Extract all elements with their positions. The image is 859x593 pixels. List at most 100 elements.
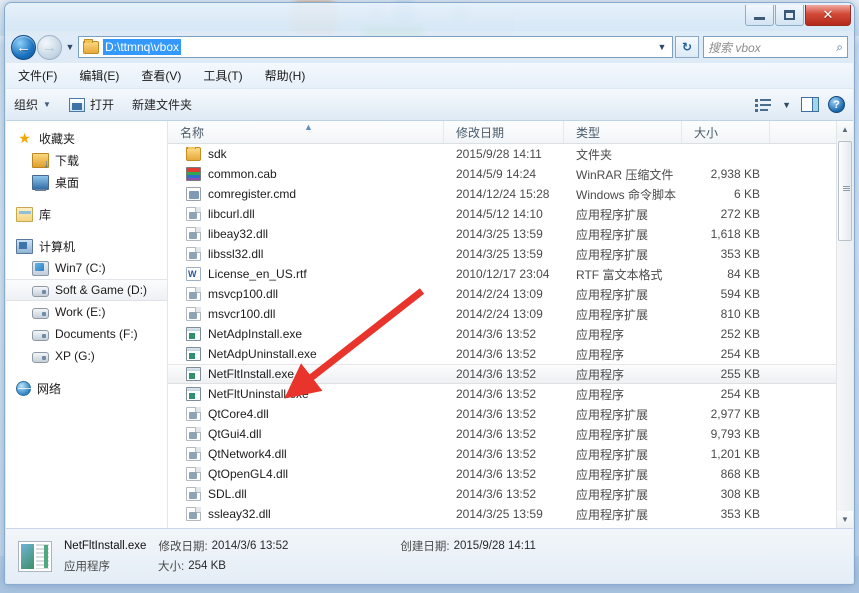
sidebar-item-label: 桌面 [55, 175, 80, 190]
sidebar-item-downloads[interactable]: 下载 [6, 149, 167, 171]
menu-item-edit[interactable]: 编辑(E) [79, 67, 119, 84]
maximize-button[interactable] [775, 5, 804, 26]
back-button[interactable]: ← [11, 34, 36, 60]
table-row[interactable]: QtNetwork4.dll 2014/3/6 13:52 应用程序扩展 1,201 … [168, 444, 853, 464]
scroll-down-button[interactable]: ▼ [837, 511, 853, 528]
chevron-down-icon: ▼ [65, 42, 75, 52]
address-input[interactable]: D:\ttmnq\vbox ▼ [78, 36, 673, 58]
table-row[interactable]: common.cab 2014/5/9 14:24 WinRAR 压缩文件 2,938… [168, 164, 853, 184]
menu-item-tools[interactable]: 工具(T) [203, 67, 242, 84]
file-date-cell: 2014/2/24 13:09 [456, 307, 543, 321]
help-icon[interactable]: ? [828, 96, 845, 113]
view-list-icon[interactable] [755, 98, 772, 112]
table-row[interactable]: SDL.dll 2014/3/6 13:52 应用程序扩展 308 KB [168, 484, 853, 504]
table-row[interactable]: NetFltUninstall.exe 2014/3/6 13:52 应用程序 254… [168, 384, 853, 404]
file-name-cell: License_en_US.rtf [168, 267, 444, 281]
window-controls: ✕ [745, 5, 851, 26]
details-type-value: 应用程序 [64, 561, 110, 573]
table-row[interactable]: License_en_US.rtf 2010/12/17 23:04 RTF 富文本… [168, 264, 853, 284]
sidebar-item-desktop[interactable]: 桌面 [6, 171, 167, 193]
sidebar-item-label: XP (G:) [55, 349, 95, 363]
column-header-date[interactable]: 修改日期 [444, 121, 564, 143]
scroll-up-button[interactable]: ▲ [837, 121, 853, 138]
sidebar-item-network[interactable]: 网络 [6, 377, 167, 399]
sidebar-item-favorites[interactable]: ★ 收藏夹 [6, 127, 167, 149]
organize-button[interactable]: 组织 ▼ [14, 96, 51, 113]
file-name-label: NetAdpUninstall.exe [208, 347, 317, 361]
library-icon [16, 206, 33, 222]
minimize-icon [754, 17, 765, 20]
sidebar-item-drive-f[interactable]: Documents (F:) [6, 323, 167, 345]
table-row[interactable]: comregister.cmd 2014/12/24 15:28 Windows 命… [168, 184, 853, 204]
table-row[interactable]: QtOpenGL4.dll 2014/3/6 13:52 应用程序扩展 868 KB [168, 464, 853, 484]
search-icon: ⌕ [836, 39, 843, 54]
file-type-cell: RTF 富文本格式 [576, 267, 663, 282]
close-button[interactable]: ✕ [805, 5, 851, 26]
table-row[interactable]: QtGui4.dll 2014/3/6 13:52 应用程序扩展 9,793 KB [168, 424, 853, 444]
file-size-cell: 272 KB [720, 207, 760, 221]
column-header-size[interactable]: 大小 [682, 121, 770, 143]
menu-item-view[interactable]: 查看(V) [141, 67, 181, 84]
file-list-pane: 名称 修改日期 类型 大小 ▲ sdk 2015/9/28 14:11 文件夹 com… [168, 121, 853, 528]
details-size-label: 大小: [158, 561, 185, 573]
dll-icon [186, 227, 201, 241]
menu-item-file[interactable]: 文件(F) [18, 67, 57, 84]
address-chevron-down-icon[interactable]: ▼ [654, 42, 670, 52]
sidebar-item-drive-c[interactable]: Win7 (C:) [6, 257, 167, 279]
forward-button[interactable]: → [37, 34, 62, 60]
preview-pane-icon[interactable] [801, 97, 819, 112]
details-size-value: 254 KB [188, 560, 226, 572]
folder-icon [83, 38, 99, 54]
file-size-cell: 252 KB [720, 327, 760, 341]
file-date-cell: 2014/3/6 13:52 [456, 367, 537, 381]
file-name-label: ssleay32.dll [208, 507, 271, 521]
refresh-button[interactable]: ↻ [675, 36, 699, 58]
table-row[interactable]: ssleay32.dll 2014/3/25 13:59 应用程序扩展 353 KB [168, 504, 853, 524]
file-size-cell: 254 KB [720, 387, 760, 401]
file-date-cell: 2014/12/24 15:28 [456, 187, 550, 201]
file-name-label: libssl32.dll [208, 247, 264, 261]
table-row[interactable]: libssl32.dll 2014/3/25 13:59 应用程序扩展 353 KB [168, 244, 853, 264]
table-row[interactable]: libeay32.dll 2014/3/25 13:59 应用程序扩展 1,618 K… [168, 224, 853, 244]
table-row[interactable]: NetAdpUninstall.exe 2014/3/6 13:52 应用程序 254… [168, 344, 853, 364]
application-icon [186, 327, 201, 341]
table-row[interactable]: sdk 2015/9/28 14:11 文件夹 [168, 144, 853, 164]
table-row[interactable]: QtCore4.dll 2014/3/6 13:52 应用程序扩展 2,977 KB [168, 404, 853, 424]
menu-item-help[interactable]: 帮助(H) [265, 67, 306, 84]
file-name-cell: QtCore4.dll [168, 407, 444, 421]
minimize-button[interactable] [745, 5, 774, 26]
column-header-type[interactable]: 类型 [564, 121, 682, 143]
file-date-cell: 2010/12/17 23:04 [456, 267, 550, 281]
back-arrow-icon: ← [16, 38, 31, 56]
details-modified-label: 修改日期: [158, 541, 208, 553]
drive-icon [32, 351, 49, 363]
table-row[interactable]: msvcr100.dll 2014/2/24 13:09 应用程序扩展 810 KB [168, 304, 853, 324]
file-name-cell: QtNetwork4.dll [168, 447, 444, 461]
column-headers: 名称 修改日期 类型 大小 ▲ [168, 121, 853, 144]
refresh-icon: ↻ [681, 40, 693, 54]
table-row[interactable]: NetAdpInstall.exe 2014/3/6 13:52 应用程序 252 K… [168, 324, 853, 344]
sidebar-item-drive-g[interactable]: XP (G:) [6, 345, 167, 367]
network-icon [16, 380, 31, 396]
sort-ascending-icon: ▲ [304, 122, 313, 132]
table-row[interactable]: msvcp100.dll 2014/2/24 13:09 应用程序扩展 594 KB [168, 284, 853, 304]
file-name-cell: msvcr100.dll [168, 307, 444, 321]
sidebar-item-libraries[interactable]: 库 [6, 203, 167, 225]
new-folder-button[interactable]: 新建文件夹 [132, 96, 192, 113]
sidebar-item-drive-d[interactable]: Soft & Game (D:) [6, 279, 167, 301]
table-row[interactable]: libcurl.dll 2014/5/12 14:10 应用程序扩展 272 KB [168, 204, 853, 224]
history-dropdown-button[interactable]: ▼ [62, 42, 78, 52]
rtf-document-icon [186, 267, 201, 281]
table-row[interactable]: NetFltInstall.exe 2014/3/6 13:52 应用程序 255 K… [168, 364, 853, 384]
details-created-value: 2015/9/28 14:11 [453, 540, 536, 552]
view-chevron-down-icon[interactable]: ▼ [776, 100, 797, 110]
vertical-scrollbar[interactable]: ▲ ▼ [836, 121, 853, 528]
search-box[interactable]: 搜索 vbox ⌕ [703, 36, 848, 58]
sidebar-item-drive-e[interactable]: Work (E:) [6, 301, 167, 323]
sidebar-item-computer[interactable]: 计算机 [6, 235, 167, 257]
open-button[interactable]: 打开 [68, 96, 114, 113]
scrollbar-thumb[interactable] [838, 141, 852, 241]
